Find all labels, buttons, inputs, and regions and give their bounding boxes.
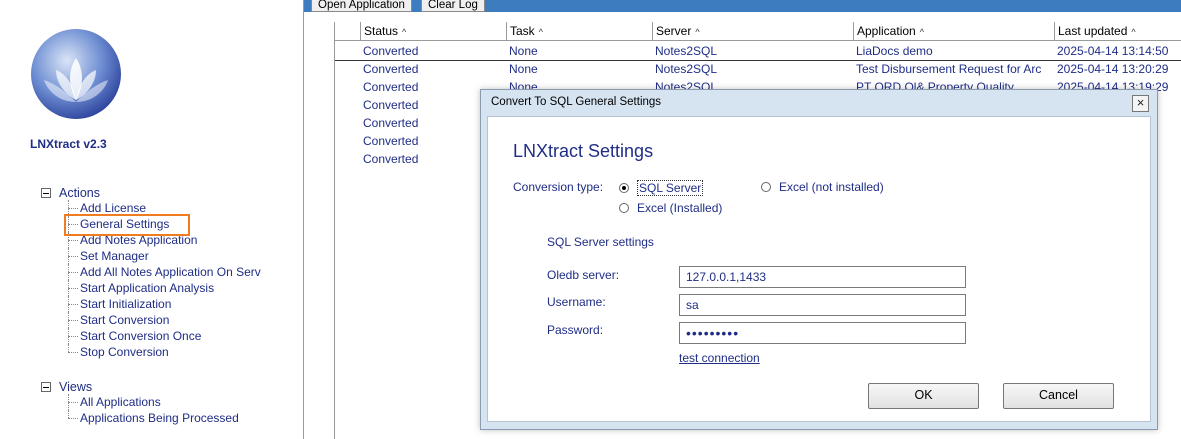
navigation-pane: LNXtract v2.3 Actions Add License Genera…: [0, 0, 304, 439]
table-cell: None: [509, 44, 538, 58]
table-cell: Converted: [363, 62, 419, 76]
column-header-last-updated[interactable]: Last updated ^: [1054, 22, 1181, 40]
table-cell: 2025-04-14 13:14:50: [1057, 44, 1169, 58]
radio-label: Excel (Installed): [637, 201, 723, 215]
action-start-conversion[interactable]: Start Conversion: [66, 312, 300, 328]
dialog-title: Convert To SQL General Settings: [491, 96, 662, 108]
collapse-icon[interactable]: [41, 382, 51, 392]
tree-node-label: Views: [59, 380, 93, 394]
selection-highlight: [64, 214, 190, 236]
column-header-status[interactable]: Status ^: [360, 22, 506, 40]
general-settings-dialog: Convert To SQL General Settings × LNXtra…: [480, 89, 1158, 430]
oledb-server-input[interactable]: [679, 266, 966, 288]
ok-button[interactable]: OK: [868, 383, 979, 409]
password-input[interactable]: •••••••••: [679, 322, 966, 344]
password-label: Password:: [547, 323, 604, 337]
view-applications-being-processed[interactable]: Applications Being Processed: [66, 410, 300, 426]
toolbar: Open Application Clear Log: [304, 0, 1181, 12]
tree-node-views[interactable]: Views: [41, 380, 92, 394]
radio-unselected-icon[interactable]: [619, 203, 629, 213]
table-cell: None: [509, 62, 538, 76]
conversion-type-label: Conversion type:: [513, 180, 604, 194]
table-cell: Notes2SQL: [655, 62, 718, 76]
radio-excel-not-installed[interactable]: Excel (not installed): [761, 180, 884, 194]
action-start-initialization[interactable]: Start Initialization: [66, 296, 300, 312]
sort-asc-icon: ^: [402, 27, 407, 37]
radio-label: SQL Server: [637, 180, 704, 196]
table-cell: Test Disbursement Request for Arc: [856, 62, 1042, 76]
table-row[interactable]: Converted None Notes2SQL LiaDocs demo 2025-0…: [335, 42, 1181, 61]
radio-unselected-icon[interactable]: [761, 182, 771, 192]
sort-asc-icon: ^: [1131, 27, 1136, 37]
clear-log-button[interactable]: Clear Log: [421, 0, 485, 12]
sql-server-settings-title: SQL Server settings: [547, 235, 654, 249]
radio-selected-icon[interactable]: [619, 183, 629, 193]
table-row[interactable]: Converted None Notes2SQL Test Disbursement …: [335, 60, 1181, 78]
column-header-server[interactable]: Server ^: [652, 22, 853, 40]
radio-excel-installed[interactable]: Excel (Installed): [619, 201, 722, 215]
action-stop-conversion[interactable]: Stop Conversion: [66, 344, 300, 360]
cancel-button[interactable]: Cancel: [1003, 383, 1114, 409]
tree-node-actions[interactable]: Actions: [41, 186, 100, 200]
views-list: All Applications Applications Being Proc…: [66, 394, 300, 426]
open-application-button[interactable]: Open Application: [311, 0, 412, 12]
collapse-icon[interactable]: [41, 188, 51, 198]
radio-label: Excel (not installed): [779, 180, 884, 194]
table-cell: Notes2SQL: [655, 44, 718, 58]
tree-node-label: Actions: [59, 186, 100, 200]
settings-heading: LNXtract Settings: [513, 141, 654, 161]
radio-sql-server[interactable]: SQL Server: [619, 180, 704, 196]
close-icon[interactable]: ×: [1132, 95, 1149, 112]
table-cell: 2025-04-14 13:20:29: [1057, 62, 1169, 76]
column-header-task[interactable]: Task ^: [506, 22, 652, 40]
table-cell: Converted: [363, 44, 419, 58]
action-start-application-analysis[interactable]: Start Application Analysis: [66, 280, 300, 296]
app-title: LNXtract v2.3: [30, 137, 107, 151]
lotus-logo-icon: [31, 29, 121, 119]
grid-header: Status ^ Task ^ Server ^ Application ^ Last …: [335, 22, 1181, 41]
test-connection-link[interactable]: test connection: [679, 351, 760, 365]
column-header-application[interactable]: Application ^: [853, 22, 1054, 40]
action-add-all-notes-application[interactable]: Add All Notes Application On Serv: [66, 264, 300, 280]
action-set-manager[interactable]: Set Manager: [66, 248, 300, 264]
sort-asc-icon: ^: [695, 27, 700, 37]
username-label: Username:: [547, 295, 606, 309]
oledb-server-label: Oledb server:: [547, 268, 620, 282]
dialog-body: LNXtract Settings Conversion type: SQL S…: [487, 116, 1151, 422]
view-all-applications[interactable]: All Applications: [66, 394, 300, 410]
sort-asc-icon: ^: [538, 27, 543, 37]
action-start-conversion-once[interactable]: Start Conversion Once: [66, 328, 300, 344]
sort-asc-icon: ^: [919, 27, 924, 37]
table-cell: LiaDocs demo: [856, 44, 933, 58]
username-input[interactable]: [679, 294, 966, 316]
